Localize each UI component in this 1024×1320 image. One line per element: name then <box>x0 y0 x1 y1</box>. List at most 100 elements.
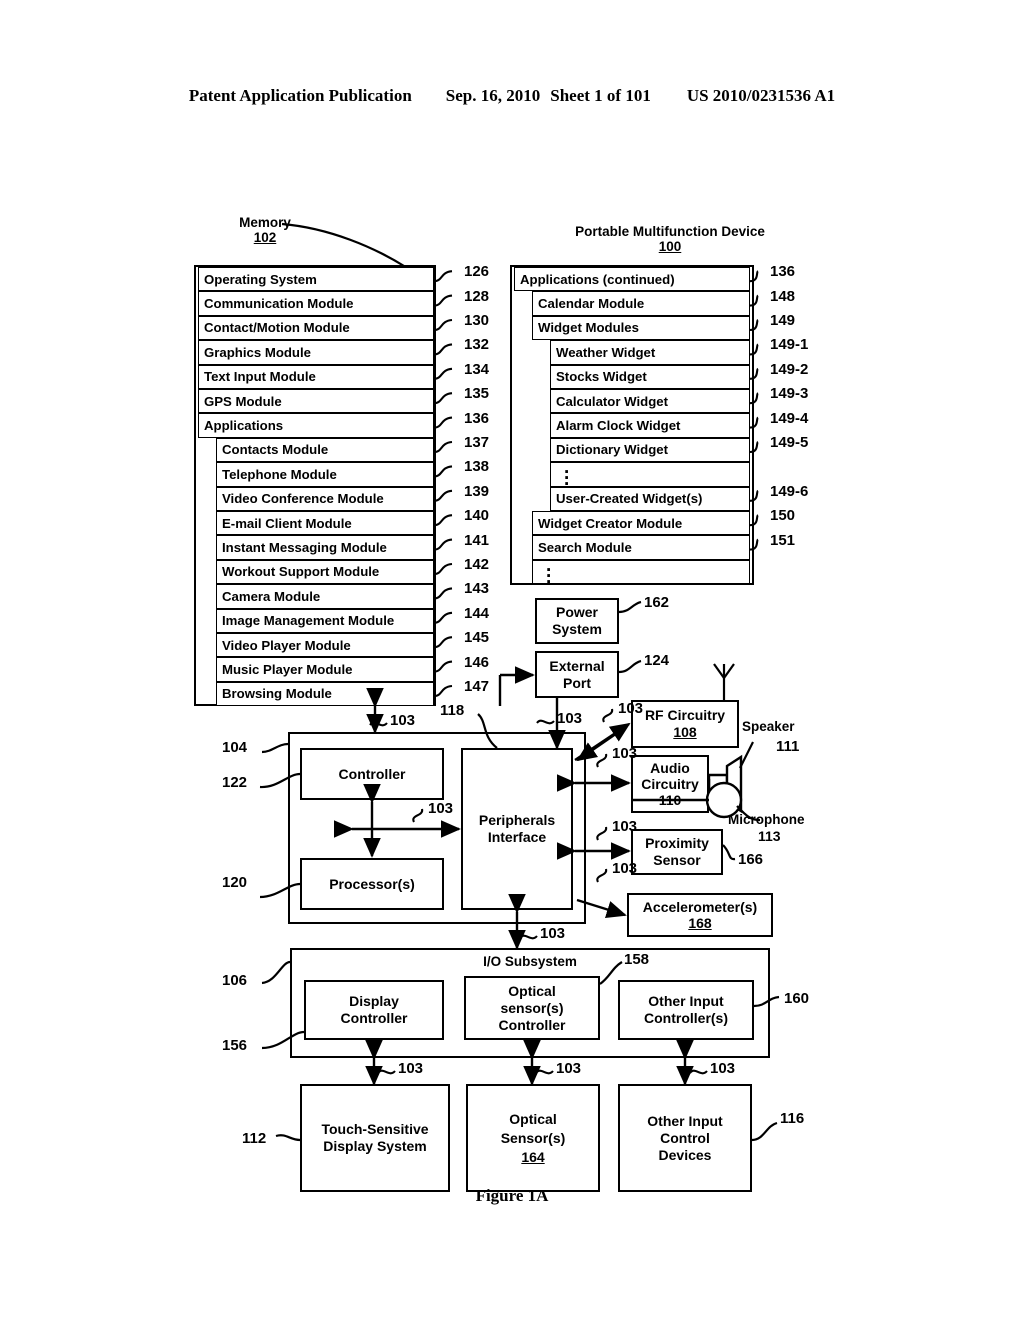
bus-label-103: 103 <box>557 710 583 727</box>
device-row-label: User-Created Widget(s) <box>556 491 703 507</box>
memory-row-label: Instant Messaging Module <box>222 539 387 555</box>
device-row-label: Calculator Widget <box>556 393 668 409</box>
ref-162: 162 <box>644 594 670 611</box>
device-ref-149-6: 149-6 <box>770 482 809 500</box>
memory-row: Camera Module <box>216 584 434 609</box>
bus-label-103: 103 <box>710 1060 736 1077</box>
proximity-sensor-label: Proximity Sensor <box>645 835 709 868</box>
leader-142 <box>433 562 453 576</box>
memory-title: Memory 102 <box>205 215 325 245</box>
memory-ref-138: 138 <box>464 458 490 476</box>
memory-row-label: Music Player Module <box>222 661 353 677</box>
ref-120: 120 <box>222 874 248 891</box>
memory-ref-137: 137 <box>464 434 490 451</box>
page-header: Patent Application Publication Sep. 16, 2… <box>0 86 1024 106</box>
external-port-block: External Port <box>535 651 619 698</box>
audio-circuitry-label: Audio Circuitry <box>641 760 699 792</box>
memory-ref-142: 142 <box>464 556 490 573</box>
accelerometers-block: Accelerometer(s) 168 <box>627 893 773 937</box>
device-ref-149: 149 <box>770 312 796 329</box>
audio-circuitry-ref: 110 <box>658 792 682 808</box>
memory-row-label: Video Conference Module <box>222 491 384 507</box>
leader-130 <box>433 318 453 332</box>
speaker-icon <box>725 754 743 814</box>
leader-128 <box>433 294 453 307</box>
leader-116 <box>751 1121 778 1142</box>
memory-title-text: Memory <box>239 215 291 230</box>
rf-circuitry-label: RF Circuitry <box>644 707 726 723</box>
ref-158: 158 <box>624 951 650 968</box>
leader-112 <box>275 1134 301 1142</box>
ref-124: 124 <box>644 652 670 669</box>
audio-circuitry-block: Audio Circuitry 110 <box>631 755 709 813</box>
ref-166: 166 <box>738 851 764 868</box>
accelerometers-ref: 168 <box>688 915 712 931</box>
header-publication: Patent Application Publication <box>188 86 412 105</box>
ref-112: 112 <box>242 1130 267 1147</box>
memory-row: Browsing Module <box>216 681 434 707</box>
memory-row: Applications <box>198 413 434 438</box>
leader-124 <box>618 659 642 674</box>
memory-row-label: Telephone Module <box>222 466 337 482</box>
microphone-label: Microphone <box>728 812 805 827</box>
device-ref-149-4: 149-4 <box>770 409 809 427</box>
leader-147 <box>433 684 453 698</box>
memory-ref-143: 143 <box>464 580 490 598</box>
memory-ref-128: 128 <box>464 287 490 305</box>
leader-145 <box>433 636 453 649</box>
peripherals-interface-label: Peripherals Interface <box>478 812 556 845</box>
memory-row-label: Contact/Motion Module <box>204 320 350 336</box>
memory-row-label: GPS Module <box>204 393 282 409</box>
leader-146 <box>433 660 453 673</box>
memory-ref-136: 136 <box>464 409 490 427</box>
memory-ref-134: 134 <box>464 360 490 378</box>
figure-caption: Figure 1A <box>475 1186 549 1205</box>
bus-label-103: 103 <box>612 818 638 835</box>
device-ref-150: 150 <box>770 507 796 525</box>
antenna-icon <box>713 663 735 680</box>
ref-111: 111 <box>776 738 800 755</box>
device-row-label: Widget Modules <box>538 320 639 336</box>
other-input-controllers-label: Other Input Controller(s) <box>644 993 728 1026</box>
ref-160: 160 <box>784 990 810 1007</box>
ref-104: 104 <box>222 739 248 756</box>
device-ref: 100 <box>658 239 682 254</box>
device-ref-148: 148 <box>770 287 796 305</box>
bus-squiggle <box>596 753 608 768</box>
touch-sensitive-display-block: Touch-Sensitive Display System <box>300 1084 450 1192</box>
memory-row: Music Player Module <box>216 657 434 682</box>
bus-squiggle <box>519 934 538 940</box>
bus-label-103: 103 <box>390 712 416 729</box>
device-row: Stocks Widget <box>550 364 750 389</box>
bus-label-103: 103 <box>428 800 454 817</box>
memory-row: Telephone Module <box>216 462 434 487</box>
proximity-sensor-block: Proximity Sensor <box>631 829 723 875</box>
ref-106: 106 <box>222 972 248 989</box>
leader-138 <box>433 465 453 478</box>
memory-row: Contact/Motion Module <box>198 315 434 341</box>
memory-ref-135: 135 <box>464 385 490 403</box>
bus-squiggle <box>689 1069 708 1075</box>
controller-label: Controller <box>338 765 406 782</box>
device-ref-149-5: 149-5 <box>770 434 809 451</box>
leader-136 <box>433 416 453 429</box>
bus-squiggle <box>596 826 608 841</box>
device-title-text: Portable Multifunction Device <box>575 224 765 239</box>
memory-row-label: Browsing Module <box>222 686 332 702</box>
processors-block: Processor(s) <box>300 858 444 910</box>
device-ref-149-2: 149-2 <box>770 360 809 378</box>
other-input-devices-block: Other Input Control Devices <box>618 1084 752 1192</box>
power-system-block: Power System <box>535 598 619 644</box>
memory-row: Video Conference Module <box>216 486 434 511</box>
rf-circuitry-block: RF Circuitry 108 <box>631 700 739 748</box>
bus-squiggle <box>536 719 555 725</box>
device-title: Portable Multifunction Device 100 <box>520 224 820 254</box>
display-controller-block: Display Controller <box>304 980 444 1040</box>
memory-row: Communication Module <box>198 291 434 316</box>
device-row-label: Calendar Module <box>538 295 645 311</box>
ref-118: 118 <box>440 702 465 719</box>
vertical-ellipsis: ... <box>564 457 570 491</box>
accelerometers-label: Accelerometer(s) <box>642 899 758 915</box>
device-row: ... <box>550 457 750 491</box>
device-row-label: Stocks Widget <box>556 369 647 385</box>
